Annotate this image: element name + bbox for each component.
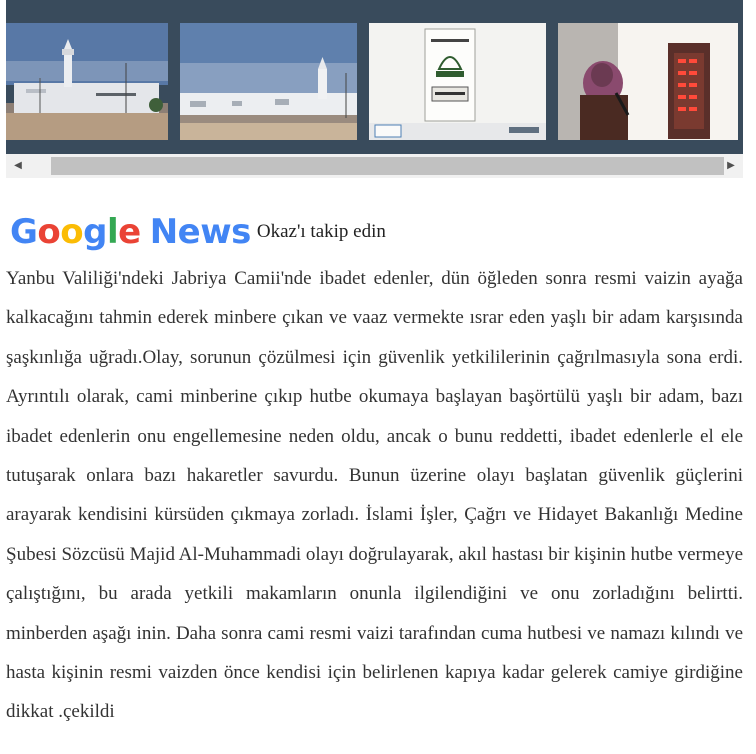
gallery-image-interior[interactable] [558,23,738,140]
interior-photo [558,23,738,140]
scroll-right-arrow-icon[interactable]: ▶ [721,154,741,178]
image-gallery [6,0,743,154]
article-body: Yanbu Valiliği'ndeki Jabriya Camii'nde i… [6,268,743,723]
google-letter: G [10,212,38,252]
google-news-logo: Google News [10,212,251,252]
news-wordmark: News [149,212,252,252]
mosque-sign-photo [369,23,546,140]
gallery-scrollbar[interactable]: ◀ ▶ [6,154,743,178]
google-news-follow[interactable]: Google News Okaz'ı takip edin [10,212,386,252]
mosque-photo-1 [6,23,168,140]
mosque-photo-2 [180,23,357,140]
google-letter: e [118,212,141,252]
gallery-image-mosque-wide[interactable] [180,23,357,140]
google-letter: o [60,212,84,252]
google-letter: o [37,212,61,252]
scrollbar-thumb[interactable] [51,157,724,175]
google-letter: g [83,212,107,252]
follow-link[interactable]: Okaz'ı takip edin [257,212,386,252]
gallery-image-mosque-sign[interactable] [369,23,546,140]
gallery-image-mosque-exterior[interactable] [6,23,168,140]
scroll-left-arrow-icon[interactable]: ◀ [8,154,28,178]
google-wordmark: Google [10,212,141,252]
google-letter: l [106,212,119,252]
